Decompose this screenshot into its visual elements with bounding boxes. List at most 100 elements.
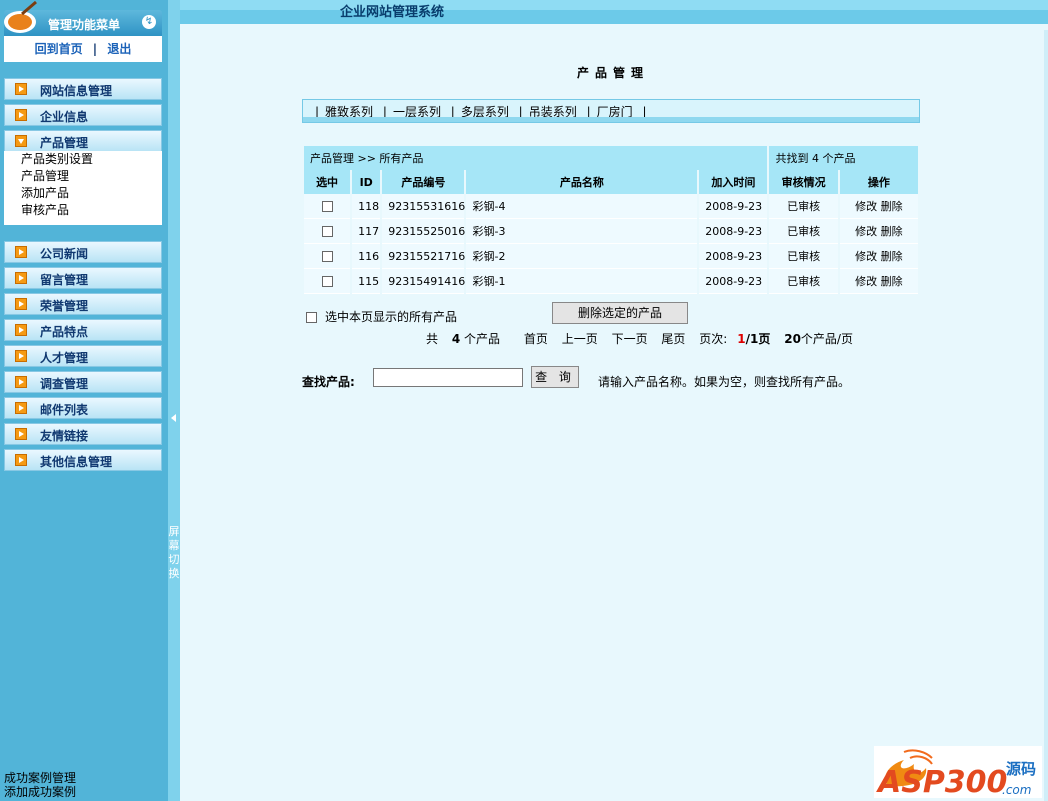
last-page-link[interactable]: 尾页 <box>661 332 685 346</box>
cell-code: 92315531616 <box>382 194 465 219</box>
arrow-down-icon <box>15 135 27 147</box>
cell-name: 彩钢-4 <box>466 194 698 219</box>
page-title: 产品管理 <box>576 66 649 80</box>
cell-id: 115 <box>352 269 381 294</box>
system-title: 企业网站管理系统 <box>340 5 445 20</box>
arrow-icon <box>15 324 27 336</box>
link-separator: | <box>92 42 98 56</box>
cell-date: 2008-9-23 <box>699 194 768 219</box>
search-button[interactable]: 查 询 <box>531 366 579 388</box>
series-link-yazhi[interactable]: 雅致系列 <box>325 105 373 119</box>
collapse-arrow-icon <box>171 414 176 422</box>
submenu-item-product-management[interactable]: 产品管理 <box>4 168 162 185</box>
row-checkbox[interactable] <box>321 276 333 287</box>
menu-group-friend-links[interactable]: 友情链接 <box>4 423 162 445</box>
separator: | <box>382 105 387 119</box>
cell-date: 2008-9-23 <box>699 219 768 244</box>
cell-status: 已审核 <box>769 219 838 244</box>
menu-group-label: 网站信息管理 <box>40 84 113 98</box>
column-header-select: 选中 <box>304 170 351 194</box>
scrollbar[interactable] <box>1044 30 1048 801</box>
menu-item-case-management[interactable]: 成功案例管理 <box>4 771 76 785</box>
select-all-checkbox[interactable] <box>306 312 317 323</box>
series-link-hoisting[interactable]: 吊装系列 <box>529 105 577 119</box>
edit-link[interactable]: 修改 <box>855 250 877 263</box>
cell-id: 116 <box>352 244 381 269</box>
delete-link[interactable]: 删除 <box>881 250 903 263</box>
menu-group-product-management[interactable]: 产品管理 <box>4 130 162 152</box>
select-all-row: 选中本页显示的所有产品 <box>306 308 457 325</box>
row-checkbox[interactable] <box>321 226 333 237</box>
splitter-label: 屏幕切换 <box>168 525 180 580</box>
menu-group-website-info[interactable]: 网站信息管理 <box>4 78 162 100</box>
series-link-single-layer[interactable]: 一层系列 <box>393 105 441 119</box>
separator: | <box>315 105 320 119</box>
cell-code: 92315491416 <box>382 269 465 294</box>
arrow-icon <box>15 83 27 95</box>
menu-group-other-info[interactable]: 其他信息管理 <box>4 449 162 471</box>
first-page-link[interactable]: 首页 <box>524 332 548 346</box>
logout-link[interactable]: 退出 <box>107 42 131 56</box>
cell-code: 92315521716 <box>382 244 465 269</box>
cell-name: 彩钢-2 <box>466 244 698 269</box>
per-page: 20个产品/页 <box>784 332 853 346</box>
cell-id: 117 <box>352 219 381 244</box>
edit-link[interactable]: 修改 <box>855 225 877 238</box>
menu-title: 管理功能菜单 <box>48 18 121 32</box>
delete-link[interactable]: 删除 <box>881 225 903 238</box>
submenu-item-category[interactable]: 产品类别设置 <box>4 151 162 168</box>
menu-group-label: 产品管理 <box>40 136 89 150</box>
delete-selected-button[interactable]: 删除选定的产品 <box>552 302 688 324</box>
cell-code: 92315525016 <box>382 219 465 244</box>
home-link[interactable]: 回到首页 <box>35 42 83 56</box>
top-bar: 企业网站管理系统 <box>180 0 1048 24</box>
table-row: 115 92315491416 彩钢-1 2008-9-23 已审核 修改 删除 <box>304 269 918 294</box>
menu-group-label: 企业信息 <box>40 110 89 124</box>
screen-switch-splitter[interactable]: 屏幕切换 <box>168 0 180 801</box>
sidebar: 管理功能菜单 ↯ 回到首页 | 退出 网站信息管理 企业信息 产品管理 产品类别… <box>0 0 168 801</box>
menu-group-label: 产品特点 <box>40 325 89 339</box>
search-row: 查找产品: 查 询 请输入产品名称。如果为空，则查找所有产品。 <box>302 366 1002 390</box>
menu-group-label: 公司新闻 <box>40 247 89 261</box>
table-row: 118 92315531616 彩钢-4 2008-9-23 已审核 修改 删除 <box>304 194 918 219</box>
asp300-watermark-logo: ASP300 源码 .com <box>874 746 1042 798</box>
row-checkbox[interactable] <box>321 251 333 262</box>
submenu-item-add-product[interactable]: 添加产品 <box>4 185 162 202</box>
menu-group-product-features[interactable]: 产品特点 <box>4 319 162 341</box>
series-link-multi-layer[interactable]: 多层系列 <box>461 105 509 119</box>
svg-text:源码: 源码 <box>1006 760 1036 778</box>
menu-item-add-case[interactable]: 添加成功案例 <box>4 785 76 799</box>
row-checkbox[interactable] <box>321 201 333 212</box>
menu-group-survey[interactable]: 调查管理 <box>4 371 162 393</box>
found-count: 共找到 4 个产品 <box>769 146 918 170</box>
arrow-icon <box>15 298 27 310</box>
edit-link[interactable]: 修改 <box>855 200 877 213</box>
edit-link[interactable]: 修改 <box>855 275 877 288</box>
main-content: 产品管理 | 雅致系列 | 一层系列 | 多层系列 | 吊装系列 | 厂房门 | 产品管理… <box>180 30 1046 801</box>
arrow-icon <box>15 272 27 284</box>
column-header-date: 加入时间 <box>699 170 768 194</box>
menu-group-talent[interactable]: 人才管理 <box>4 345 162 367</box>
total-count: 共 4 个产品 <box>426 332 501 346</box>
flame-logo-icon: ASP300 源码 .com <box>876 749 1036 798</box>
cell-status: 已审核 <box>769 194 838 219</box>
delete-link[interactable]: 删除 <box>881 200 903 213</box>
series-link-factory-door[interactable]: 厂房门 <box>597 105 633 119</box>
menu-group-label: 友情链接 <box>40 429 89 443</box>
svg-text:ASP300: ASP300 <box>876 765 1007 798</box>
menu-group-company-news[interactable]: 公司新闻 <box>4 241 162 263</box>
table-header: 选中 ID 产品编号 产品名称 加入时间 审核情况 操作 <box>304 170 918 194</box>
menu-group-messages[interactable]: 留言管理 <box>4 267 162 289</box>
next-page-link[interactable]: 下一页 <box>612 332 648 346</box>
menu-group-label: 调查管理 <box>40 377 89 391</box>
menu-group-honors[interactable]: 荣誉管理 <box>4 293 162 315</box>
product-submenu: 产品类别设置 产品管理 添加产品 审核产品 <box>4 151 162 225</box>
breadcrumb: 产品管理 >> 所有产品 <box>304 146 768 170</box>
menu-group-company-info[interactable]: 企业信息 <box>4 104 162 126</box>
search-input[interactable] <box>373 368 523 387</box>
submenu-item-review-product[interactable]: 审核产品 <box>4 202 162 219</box>
menu-group-mail-list[interactable]: 邮件列表 <box>4 397 162 419</box>
prev-page-link[interactable]: 上一页 <box>562 332 598 346</box>
delete-link[interactable]: 删除 <box>881 275 903 288</box>
collapse-menu-icon[interactable]: ↯ <box>142 15 156 29</box>
